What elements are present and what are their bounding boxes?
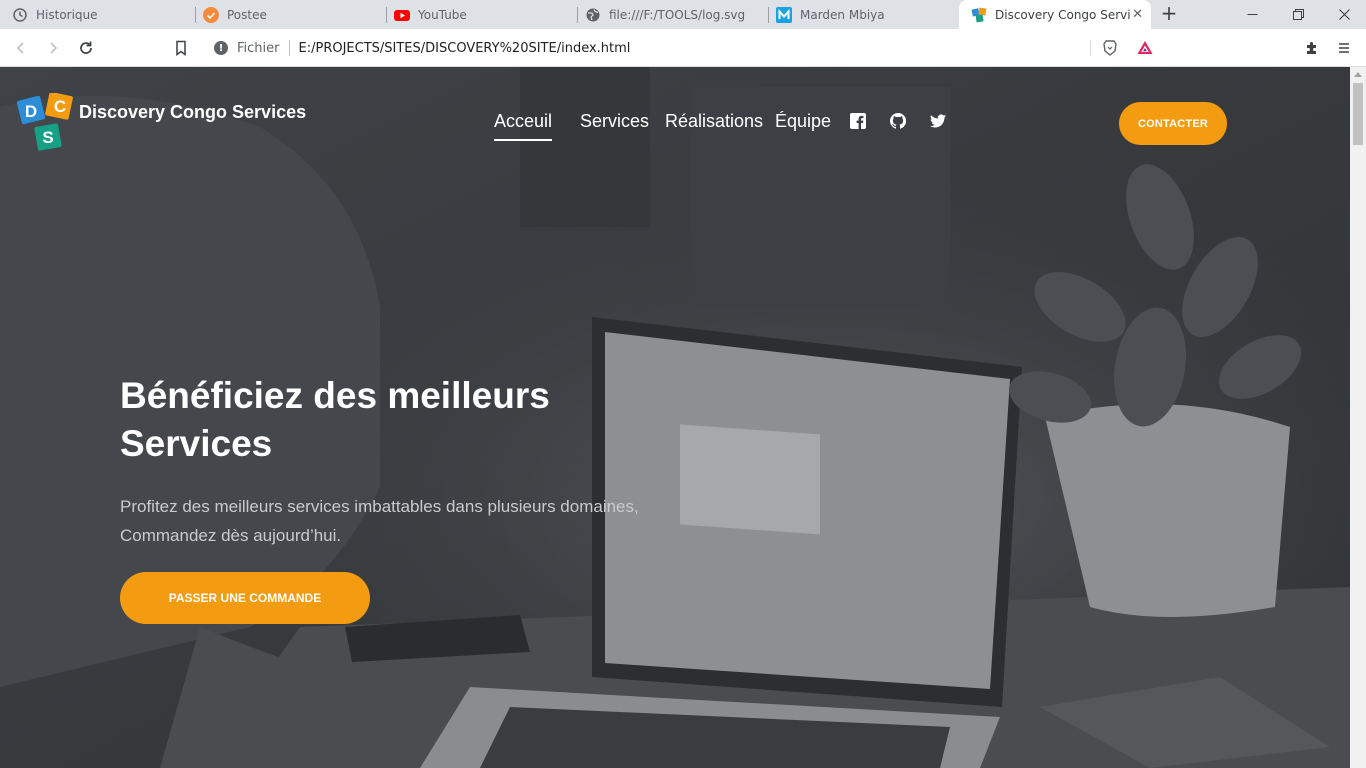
url-scheme-label: Fichier: [237, 40, 280, 56]
tab-label: Postee: [227, 7, 267, 22]
nav-item-realisations[interactable]: Réalisations: [665, 111, 763, 132]
brave-rewards-button[interactable]: [1134, 37, 1156, 59]
back-arrow-icon: [16, 42, 24, 54]
url-text[interactable]: E:/PROJECTS/SITES/DISCOVERY%20SITE/index…: [299, 41, 631, 56]
tab-postee[interactable]: Postee: [191, 0, 386, 29]
youtube-icon: [394, 7, 410, 23]
restore-button[interactable]: [1275, 0, 1321, 29]
tab-label: YouTube: [418, 7, 467, 22]
page-viewport: D C S Discovery Congo Services Acceuil S…: [0, 67, 1350, 768]
postee-icon: [203, 6, 219, 23]
nav-item-equipe[interactable]: Équipe: [775, 111, 831, 132]
reload-button[interactable]: [75, 37, 97, 59]
scroll-up-arrow-icon[interactable]: [1354, 72, 1362, 77]
tab-file-log-svg[interactable]: file:///F:/TOOLS/log.svg: [573, 0, 768, 29]
facebook-icon[interactable]: [850, 113, 866, 129]
hero-subtitle-line-1: Profitez des meilleurs services imbattab…: [120, 497, 639, 516]
extensions-button[interactable]: [1301, 37, 1323, 59]
back-button[interactable]: [10, 37, 32, 59]
brave-shield-button[interactable]: [1099, 37, 1121, 59]
scrollbar-thumb[interactable]: [1353, 83, 1363, 145]
close-window-button[interactable]: [1321, 0, 1366, 29]
site-name: Discovery Congo Services: [79, 101, 307, 122]
rewards-triangle-icon: [1137, 41, 1153, 54]
hero-title: Bénéficiez des meilleurs Services: [120, 372, 640, 468]
site-logo[interactable]: D C S Discovery Congo Services: [16, 93, 306, 153]
puzzle-icon: [1307, 42, 1316, 54]
logo-letter-c: C: [54, 97, 66, 116]
new-tab-button[interactable]: +: [1158, 3, 1180, 25]
menu-button[interactable]: [1333, 37, 1355, 59]
hamburger-icon: [1339, 43, 1349, 53]
bookmark-button[interactable]: [170, 37, 192, 59]
logo-letter-d: D: [25, 102, 37, 121]
hero-title-line-1: Bénéficiez des meilleurs: [120, 375, 550, 416]
contact-button[interactable]: CONTACTER: [1119, 102, 1227, 145]
tab-label: Marden Mbiya: [800, 7, 885, 22]
dcs-logo-icon: D C S: [16, 93, 73, 151]
globe-icon: [585, 7, 601, 23]
hero-title-line-2: Services: [120, 423, 273, 464]
forward-arrow-icon: [50, 42, 58, 54]
bookmark-icon: [176, 40, 186, 56]
twitter-icon[interactable]: [930, 113, 946, 129]
history-icon: [12, 7, 28, 23]
m-logo-icon: [776, 6, 792, 23]
brave-lion-icon: [1103, 40, 1117, 56]
tab-label: Historique: [36, 7, 98, 22]
nav-item-services[interactable]: Services: [580, 111, 649, 132]
github-icon[interactable]: [890, 113, 906, 129]
page-scrollbar[interactable]: [1350, 67, 1366, 768]
info-icon[interactable]: !: [214, 41, 228, 55]
divider: [1090, 40, 1091, 56]
browser-toolbar: ! Fichier E:/PROJECTS/SITES/DISCOVERY%20…: [0, 29, 1366, 67]
minimize-button[interactable]: [1229, 0, 1275, 29]
hero-subtitle-line-2: Commandez dès aujourd’hui.: [120, 526, 342, 545]
tab-discovery-congo-services[interactable]: Discovery Congo Services ✕: [959, 0, 1151, 29]
logo-letter-s: S: [42, 128, 53, 147]
forward-button[interactable]: [42, 37, 64, 59]
tab-youtube[interactable]: YouTube: [382, 0, 577, 29]
divider: [288, 40, 290, 56]
tab-label: Discovery Congo Services: [995, 7, 1130, 22]
tab-strip: Historique Postee YouTube file:///F:/TOO…: [0, 0, 1366, 29]
nav-item-acceuil[interactable]: Acceuil: [494, 111, 553, 141]
tab-historique[interactable]: Historique: [0, 0, 195, 29]
hero-subtitle: Profitez des meilleurs services imbattab…: [120, 492, 660, 550]
dcs-favicon-icon: [971, 7, 987, 23]
order-button[interactable]: PASSER UNE COMMANDE: [120, 572, 370, 624]
tab-label: file:///F:/TOOLS/log.svg: [609, 7, 746, 22]
tab-marden-mbiya[interactable]: Marden Mbiya: [764, 0, 959, 29]
close-tab-icon[interactable]: ✕: [1132, 7, 1143, 22]
reload-icon: [80, 41, 92, 54]
address-bar[interactable]: ! Fichier E:/PROJECTS/SITES/DISCOVERY%20…: [202, 34, 1162, 62]
